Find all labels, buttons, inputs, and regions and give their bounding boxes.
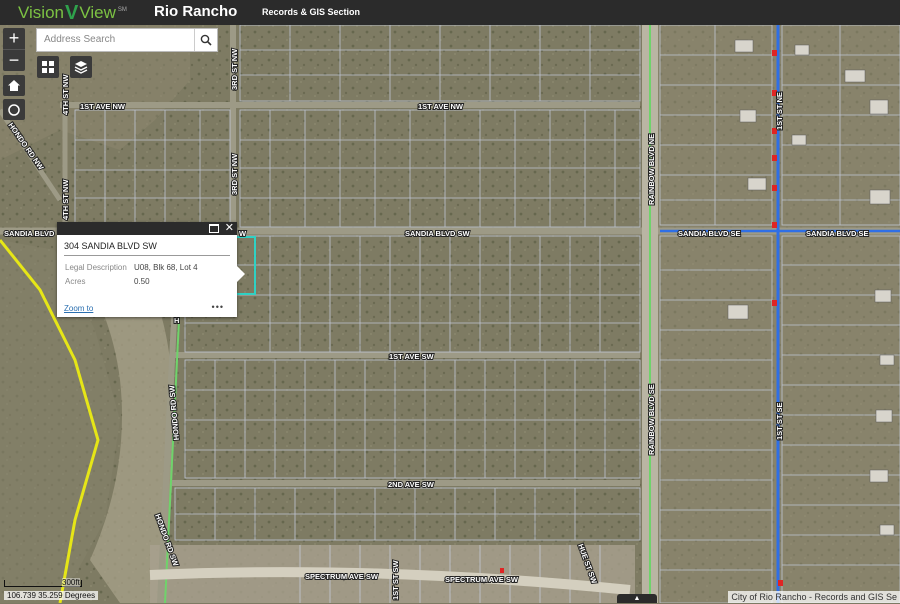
label-w-fragment: W: [239, 229, 247, 238]
label-4th-st-nw-b: 4TH ST NW: [61, 179, 70, 220]
locate-button[interactable]: [3, 99, 25, 120]
chevron-up-icon[interactable]: ▲: [617, 594, 657, 603]
logo-servicemark: SM: [117, 7, 127, 13]
city-title: Rio Rancho: [154, 3, 238, 20]
field-label-legal-description: Legal Description: [65, 263, 127, 272]
popup-pointer: [237, 266, 245, 282]
more-icon[interactable]: •••: [212, 302, 224, 312]
label-1st-ave-nw-a: 1ST AVE NW: [80, 102, 126, 111]
visionview-logo: Vision V View SM: [18, 2, 127, 24]
field-label-acres: Acres: [65, 277, 86, 286]
popup-header: ✕: [57, 222, 237, 235]
logo-mark: V: [65, 1, 79, 24]
label-spectrum-ave-sw-b: SPECTRUM AVE SW: [445, 575, 519, 584]
basemap-gallery-button[interactable]: [37, 56, 59, 78]
label-1st-st-se: 1ST ST SE: [775, 402, 784, 440]
label-sandia-blvd-se: SANDIA BLVD SE: [678, 229, 741, 238]
home-icon: [8, 80, 20, 91]
search-icon: [200, 34, 212, 46]
field-value-legal-description: U08, Blk 68, Lot 4: [134, 263, 198, 272]
label-1st-ave-sw: 1ST AVE SW: [389, 352, 435, 361]
scale-bar-label: 300ft: [62, 578, 80, 587]
app-header: Vision V View SM Rio Rancho Records & GIS S…: [0, 0, 900, 25]
search-button[interactable]: [194, 29, 217, 51]
popup-divider: [64, 255, 230, 256]
zoom-control: + −: [3, 28, 25, 71]
label-1st-ave-nw-b: 1ST AVE NW: [418, 102, 464, 111]
label-sandia-blvd-sw: SANDIA BLVD SW: [405, 229, 471, 238]
home-button[interactable]: [3, 75, 25, 96]
coordinate-readout: 106.739 35.259 Degrees: [4, 591, 99, 600]
zoom-out-button[interactable]: −: [3, 49, 25, 71]
zoom-in-button[interactable]: +: [3, 28, 25, 49]
popup-title: 304 SANDIA BLVD SW: [64, 241, 157, 251]
layer-list-button[interactable]: [70, 56, 92, 78]
search-input[interactable]: [37, 29, 194, 49]
address-search: [36, 28, 218, 52]
basemap-grid-icon: [42, 61, 54, 73]
label-sandia-blvd: SANDIA BLVD: [4, 229, 55, 238]
label-4th-st-nw: 4TH ST NW: [61, 74, 70, 115]
label-rainbow-blvd-se: RAINBOW BLVD SE: [647, 384, 656, 455]
label-3rd-st-nw: 3RD ST NW: [230, 48, 239, 90]
logo-text-vision: Vision: [18, 3, 64, 22]
layers-icon: [74, 61, 88, 74]
section-title: Records & GIS Section: [262, 7, 361, 17]
field-value-acres: 0.50: [134, 277, 150, 286]
zoom-to-link[interactable]: Zoom to: [64, 304, 93, 313]
locate-icon: [8, 103, 20, 116]
logo-text-view: View: [79, 3, 116, 22]
map-attribution: City of Rio Rancho - Records and GIS Se: [728, 591, 900, 603]
label-spectrum-ave-sw-a: SPECTRUM AVE SW: [305, 572, 379, 581]
label-sandia-blvd-se-b: SANDIA BLVD SE: [806, 229, 869, 238]
close-icon[interactable]: ✕: [225, 221, 234, 234]
label-rainbow-blvd-ne: RAINBOW BLVD NE: [647, 134, 656, 205]
label-2nd-ave-sw: 2ND AVE SW: [388, 480, 435, 489]
parcel-popup: ✕ 304 SANDIA BLVD SW Legal Description U…: [57, 222, 237, 317]
label-3rd-st-nw-b: 3RD ST NW: [230, 153, 239, 195]
label-1st-st-sw: 1ST ST SW: [391, 559, 400, 600]
maximize-icon[interactable]: [209, 224, 219, 233]
label-1st-st-ne: 1ST ST NE: [775, 92, 784, 130]
label-h-fragment: H: [174, 316, 179, 325]
